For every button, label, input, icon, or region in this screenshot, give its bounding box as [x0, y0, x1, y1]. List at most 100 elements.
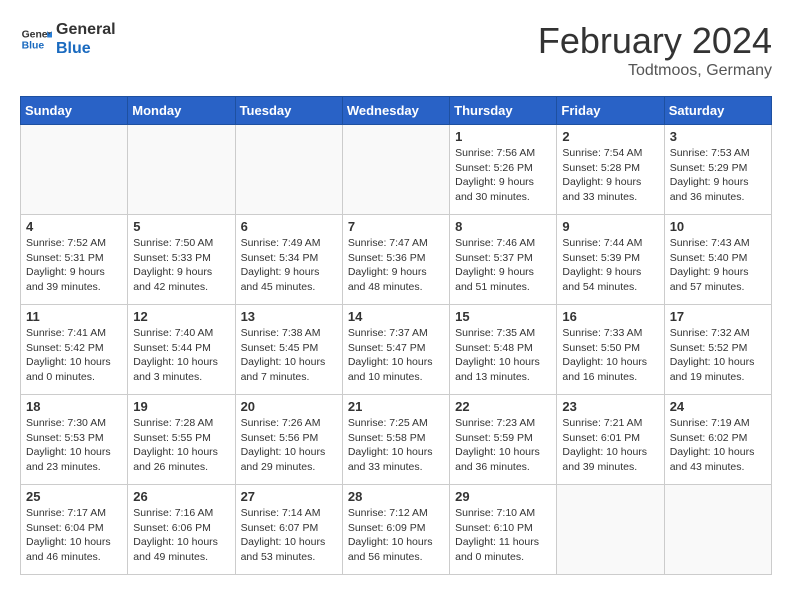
day-info: Sunrise: 7:19 AM Sunset: 6:02 PM Dayligh… [670, 416, 766, 475]
calendar-week-row: 18Sunrise: 7:30 AM Sunset: 5:53 PM Dayli… [21, 395, 772, 485]
svg-text:Blue: Blue [22, 41, 45, 52]
calendar-cell: 16Sunrise: 7:33 AM Sunset: 5:50 PM Dayli… [557, 305, 664, 395]
day-number: 14 [348, 309, 444, 324]
day-number: 28 [348, 489, 444, 504]
day-number: 2 [562, 129, 658, 144]
calendar-cell [342, 125, 449, 215]
day-info: Sunrise: 7:53 AM Sunset: 5:29 PM Dayligh… [670, 146, 766, 205]
day-number: 3 [670, 129, 766, 144]
calendar-cell [664, 485, 771, 575]
day-info: Sunrise: 7:43 AM Sunset: 5:40 PM Dayligh… [670, 236, 766, 295]
day-info: Sunrise: 7:35 AM Sunset: 5:48 PM Dayligh… [455, 326, 551, 385]
day-number: 12 [133, 309, 229, 324]
calendar-week-row: 11Sunrise: 7:41 AM Sunset: 5:42 PM Dayli… [21, 305, 772, 395]
day-info: Sunrise: 7:49 AM Sunset: 5:34 PM Dayligh… [241, 236, 337, 295]
day-number: 29 [455, 489, 551, 504]
day-info: Sunrise: 7:28 AM Sunset: 5:55 PM Dayligh… [133, 416, 229, 475]
weekday-header: Monday [128, 97, 235, 125]
day-number: 19 [133, 399, 229, 414]
calendar-cell: 17 Sunrise: 7:32 AM Sunset: 5:52 PM Dayli… [664, 305, 771, 395]
calendar-cell: 14 Sunrise: 7:37 AM Sunset: 5:47 PM Dayli… [342, 305, 449, 395]
logo-text-blue: Blue [56, 39, 116, 58]
calendar-cell: 11Sunrise: 7:41 AM Sunset: 5:42 PM Dayli… [21, 305, 128, 395]
calendar-cell [21, 125, 128, 215]
calendar-cell: 21Sunrise: 7:25 AM Sunset: 5:58 PM Dayli… [342, 395, 449, 485]
calendar-cell: 18Sunrise: 7:30 AM Sunset: 5:53 PM Dayli… [21, 395, 128, 485]
day-info: Sunrise: 7:10 AM Sunset: 6:10 PM Dayligh… [455, 506, 551, 565]
calendar-cell: 2 Sunrise: 7:54 AM Sunset: 5:28 PM Daylig… [557, 125, 664, 215]
weekday-header: Friday [557, 97, 664, 125]
calendar: SundayMondayTuesdayWednesdayThursdayFrid… [20, 96, 772, 575]
weekday-header: Sunday [21, 97, 128, 125]
day-number: 23 [562, 399, 658, 414]
day-info: Sunrise: 7:21 AM Sunset: 6:01 PM Dayligh… [562, 416, 658, 475]
calendar-cell: 12Sunrise: 7:40 AM Sunset: 5:44 PM Dayli… [128, 305, 235, 395]
day-number: 18 [26, 399, 122, 414]
day-info: Sunrise: 7:46 AM Sunset: 5:37 PM Dayligh… [455, 236, 551, 295]
day-info: Sunrise: 7:50 AM Sunset: 5:33 PM Dayligh… [133, 236, 229, 295]
day-number: 13 [241, 309, 337, 324]
calendar-cell [557, 485, 664, 575]
logo: General Blue General Blue [20, 20, 116, 58]
calendar-week-row: 4 Sunrise: 7:52 AM Sunset: 5:31 PM Daylig… [21, 215, 772, 305]
day-info: Sunrise: 7:47 AM Sunset: 5:36 PM Dayligh… [348, 236, 444, 295]
day-number: 17 [670, 309, 766, 324]
day-number: 11 [26, 309, 122, 324]
day-number: 5 [133, 219, 229, 234]
day-info: Sunrise: 7:12 AM Sunset: 6:09 PM Dayligh… [348, 506, 444, 565]
calendar-cell: 20 Sunrise: 7:26 AM Sunset: 5:56 PM Dayli… [235, 395, 342, 485]
calendar-cell: 25 Sunrise: 7:17 AM Sunset: 6:04 PM Dayli… [21, 485, 128, 575]
month-title: February 2024 [538, 20, 772, 62]
calendar-cell: 22 Sunrise: 7:23 AM Sunset: 5:59 PM Dayli… [450, 395, 557, 485]
day-number: 25 [26, 489, 122, 504]
day-info: Sunrise: 7:37 AM Sunset: 5:47 PM Dayligh… [348, 326, 444, 385]
day-info: Sunrise: 7:23 AM Sunset: 5:59 PM Dayligh… [455, 416, 551, 475]
calendar-week-row: 1Sunrise: 7:56 AM Sunset: 5:26 PM Daylig… [21, 125, 772, 215]
day-info: Sunrise: 7:14 AM Sunset: 6:07 PM Dayligh… [241, 506, 337, 565]
day-number: 6 [241, 219, 337, 234]
day-info: Sunrise: 7:16 AM Sunset: 6:06 PM Dayligh… [133, 506, 229, 565]
day-number: 4 [26, 219, 122, 234]
location-title: Todtmoos, Germany [538, 62, 772, 80]
weekday-header: Saturday [664, 97, 771, 125]
calendar-cell: 10 Sunrise: 7:43 AM Sunset: 5:40 PM Dayli… [664, 215, 771, 305]
logo-text-general: General [56, 20, 116, 39]
calendar-cell: 8 Sunrise: 7:46 AM Sunset: 5:37 PM Daylig… [450, 215, 557, 305]
calendar-cell [235, 125, 342, 215]
day-number: 21 [348, 399, 444, 414]
day-info: Sunrise: 7:54 AM Sunset: 5:28 PM Dayligh… [562, 146, 658, 205]
day-number: 27 [241, 489, 337, 504]
calendar-cell: 26Sunrise: 7:16 AM Sunset: 6:06 PM Dayli… [128, 485, 235, 575]
calendar-header-row: SundayMondayTuesdayWednesdayThursdayFrid… [21, 97, 772, 125]
day-info: Sunrise: 7:32 AM Sunset: 5:52 PM Dayligh… [670, 326, 766, 385]
calendar-week-row: 25 Sunrise: 7:17 AM Sunset: 6:04 PM Dayli… [21, 485, 772, 575]
day-number: 22 [455, 399, 551, 414]
logo-icon: General Blue [20, 23, 52, 55]
calendar-cell: 6 Sunrise: 7:49 AM Sunset: 5:34 PM Daylig… [235, 215, 342, 305]
day-number: 10 [670, 219, 766, 234]
weekday-header: Tuesday [235, 97, 342, 125]
day-info: Sunrise: 7:17 AM Sunset: 6:04 PM Dayligh… [26, 506, 122, 565]
calendar-cell: 28 Sunrise: 7:12 AM Sunset: 6:09 PM Dayli… [342, 485, 449, 575]
calendar-cell: 27 Sunrise: 7:14 AM Sunset: 6:07 PM Dayli… [235, 485, 342, 575]
page-header: General Blue General Blue February 2024 … [20, 20, 772, 80]
title-block: February 2024 Todtmoos, Germany [538, 20, 772, 80]
calendar-cell: 9Sunrise: 7:44 AM Sunset: 5:39 PM Daylig… [557, 215, 664, 305]
calendar-cell: 5 Sunrise: 7:50 AM Sunset: 5:33 PM Daylig… [128, 215, 235, 305]
day-number: 8 [455, 219, 551, 234]
calendar-cell: 19 Sunrise: 7:28 AM Sunset: 5:55 PM Dayli… [128, 395, 235, 485]
day-info: Sunrise: 7:52 AM Sunset: 5:31 PM Dayligh… [26, 236, 122, 295]
weekday-header: Wednesday [342, 97, 449, 125]
day-number: 15 [455, 309, 551, 324]
day-number: 7 [348, 219, 444, 234]
day-number: 1 [455, 129, 551, 144]
calendar-cell: 24 Sunrise: 7:19 AM Sunset: 6:02 PM Dayli… [664, 395, 771, 485]
day-info: Sunrise: 7:38 AM Sunset: 5:45 PM Dayligh… [241, 326, 337, 385]
day-number: 9 [562, 219, 658, 234]
day-info: Sunrise: 7:26 AM Sunset: 5:56 PM Dayligh… [241, 416, 337, 475]
calendar-cell: 1Sunrise: 7:56 AM Sunset: 5:26 PM Daylig… [450, 125, 557, 215]
calendar-cell: 29 Sunrise: 7:10 AM Sunset: 6:10 PM Dayli… [450, 485, 557, 575]
calendar-cell: 4 Sunrise: 7:52 AM Sunset: 5:31 PM Daylig… [21, 215, 128, 305]
day-number: 20 [241, 399, 337, 414]
day-number: 24 [670, 399, 766, 414]
